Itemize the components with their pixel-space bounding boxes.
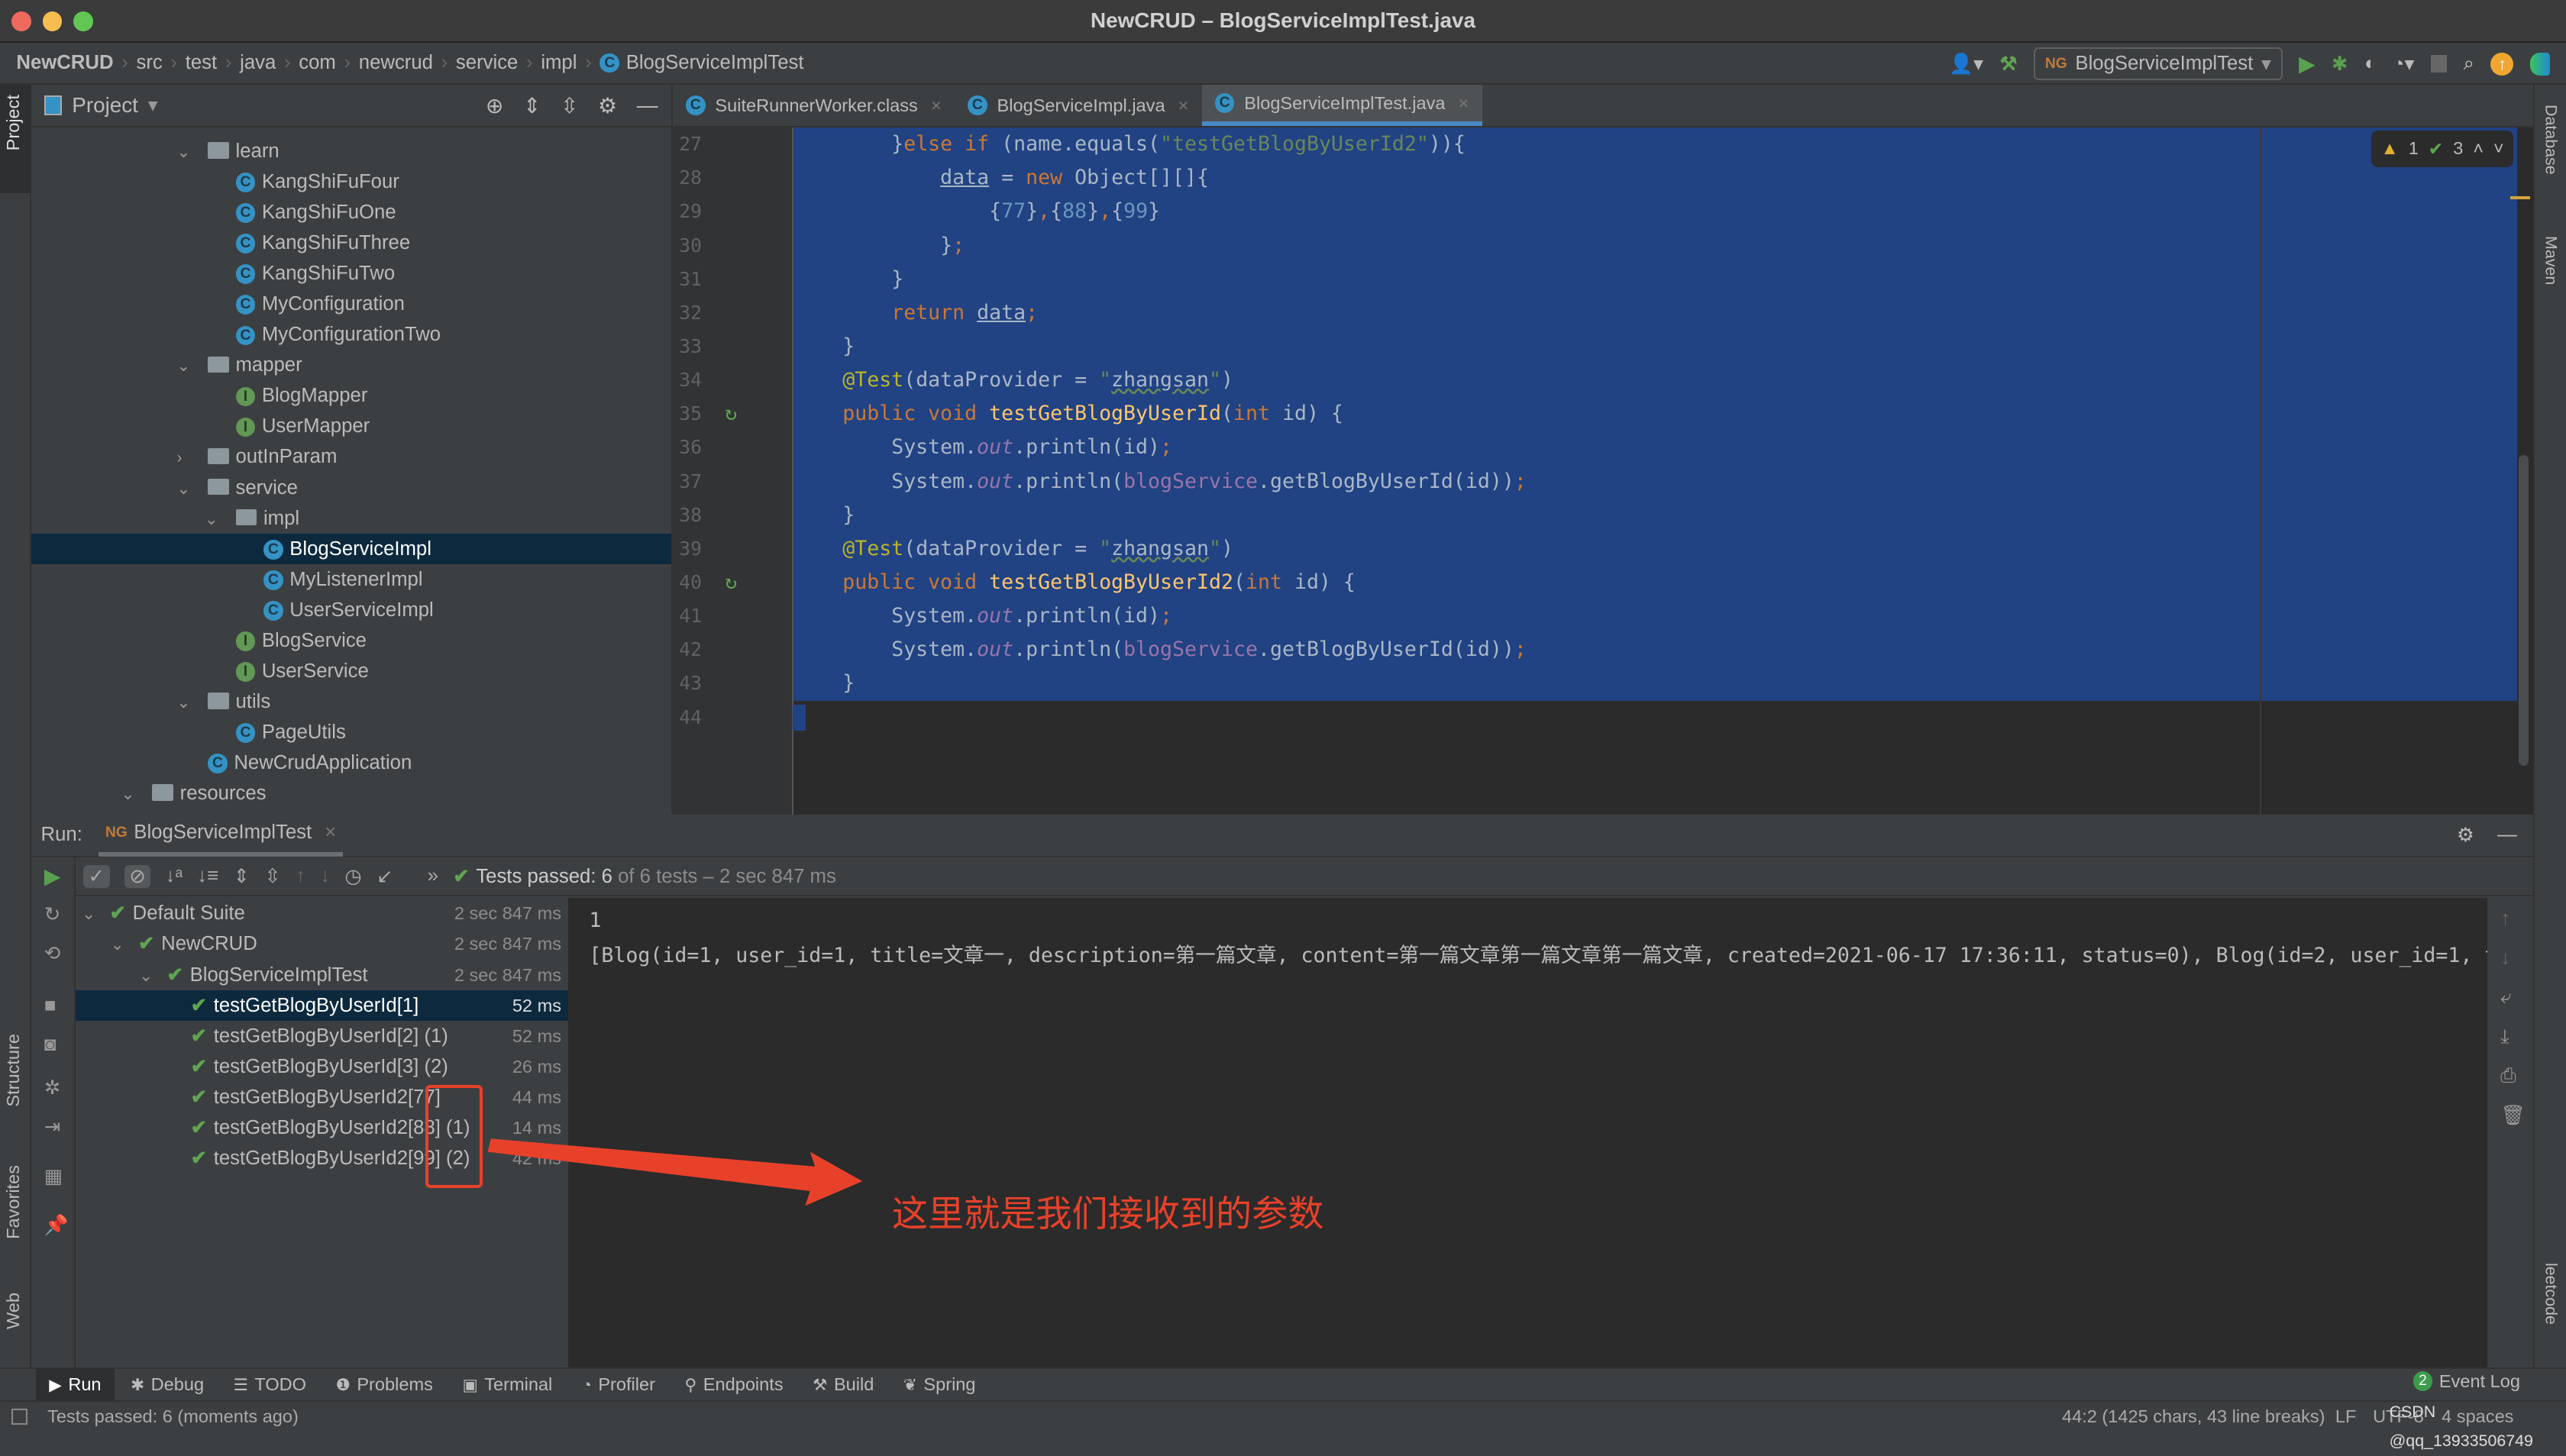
bug-icon: ✱ <box>131 1376 145 1395</box>
check-icon: ✔ <box>2428 138 2444 159</box>
spring-icon: ❦ <box>903 1376 917 1395</box>
tool-window-label: Endpoints <box>703 1374 784 1395</box>
hammer-icon: ⚒ <box>813 1376 828 1395</box>
status-message: Tests passed: 6 (moments ago) <box>47 1406 299 1427</box>
play-icon: ▶ <box>49 1376 62 1395</box>
tool-window-problems[interactable]: ❶ Problems <box>322 1368 446 1401</box>
tool-window-label: Problems <box>357 1374 433 1395</box>
event-log-label: Event Log <box>2438 1370 2520 1391</box>
tool-window-label: Terminal <box>484 1374 553 1395</box>
watermark: CSDN @qq_13933506749 <box>2389 1402 2533 1451</box>
tool-window-label: Debug <box>150 1374 205 1395</box>
warning-count: 1 <box>2408 138 2419 159</box>
chevron-up-icon[interactable]: ˄ <box>2473 138 2484 159</box>
ok-count: 3 <box>2453 138 2464 159</box>
tool-window-run[interactable]: ▶ Run <box>36 1368 115 1402</box>
caret-position[interactable]: 44:2 (1425 chars, 43 line breaks) <box>2062 1402 2325 1432</box>
terminal-icon: ▣ <box>462 1376 478 1395</box>
chevron-down-icon[interactable]: ˅ <box>2493 138 2504 159</box>
tool-window-label: Build <box>833 1374 874 1395</box>
tool-window-todo[interactable]: ☰ TODO <box>220 1368 319 1401</box>
tool-window-profiler[interactable]: ◔ Profiler <box>569 1368 668 1401</box>
tool-window-label: Run <box>68 1374 102 1395</box>
event-log-button[interactable]: 2 Event Log <box>2412 1370 2520 1392</box>
problems-icon: ❶ <box>335 1376 351 1395</box>
list-icon: ☰ <box>233 1376 248 1395</box>
annotation-arrow-shape <box>487 1138 863 1206</box>
tool-window-label: TODO <box>254 1374 307 1395</box>
warning-icon: ▲ <box>2380 138 2399 159</box>
tool-window-label: Spring <box>923 1374 976 1395</box>
tool-window-endpoints[interactable]: ⚲ Endpoints <box>671 1368 796 1401</box>
tool-window-build[interactable]: ⚒ Build <box>800 1368 887 1401</box>
annotation-text: 这里就是我们接收到的参数 <box>891 1193 1324 1235</box>
tool-window-spring[interactable]: ❦ Spring <box>890 1368 989 1401</box>
tool-window-debug[interactable]: ✱ Debug <box>118 1368 217 1401</box>
line-separator[interactable]: LF <box>2335 1402 2357 1432</box>
tool-window-label: Profiler <box>598 1374 655 1395</box>
tool-window-terminal[interactable]: ▣ Terminal <box>449 1368 565 1401</box>
toggle-tool-windows-icon[interactable] <box>11 1408 28 1425</box>
endpoints-icon: ⚲ <box>684 1376 697 1395</box>
bottom-tool-bar: ▶ Run ✱ Debug ☰ TODO ❶ Problems ▣ Terminal ◔ Profil… <box>0 1367 2566 1402</box>
profiler-icon: ◔ <box>581 1376 592 1395</box>
event-count-badge: 2 <box>2412 1371 2433 1392</box>
inspection-widget[interactable]: ▲ 1 ✔ 3 ˄ ˅ <box>2370 131 2514 167</box>
status-bar: Tests passed: 6 (moments ago) 44:2 (1425… <box>0 1400 2566 1450</box>
